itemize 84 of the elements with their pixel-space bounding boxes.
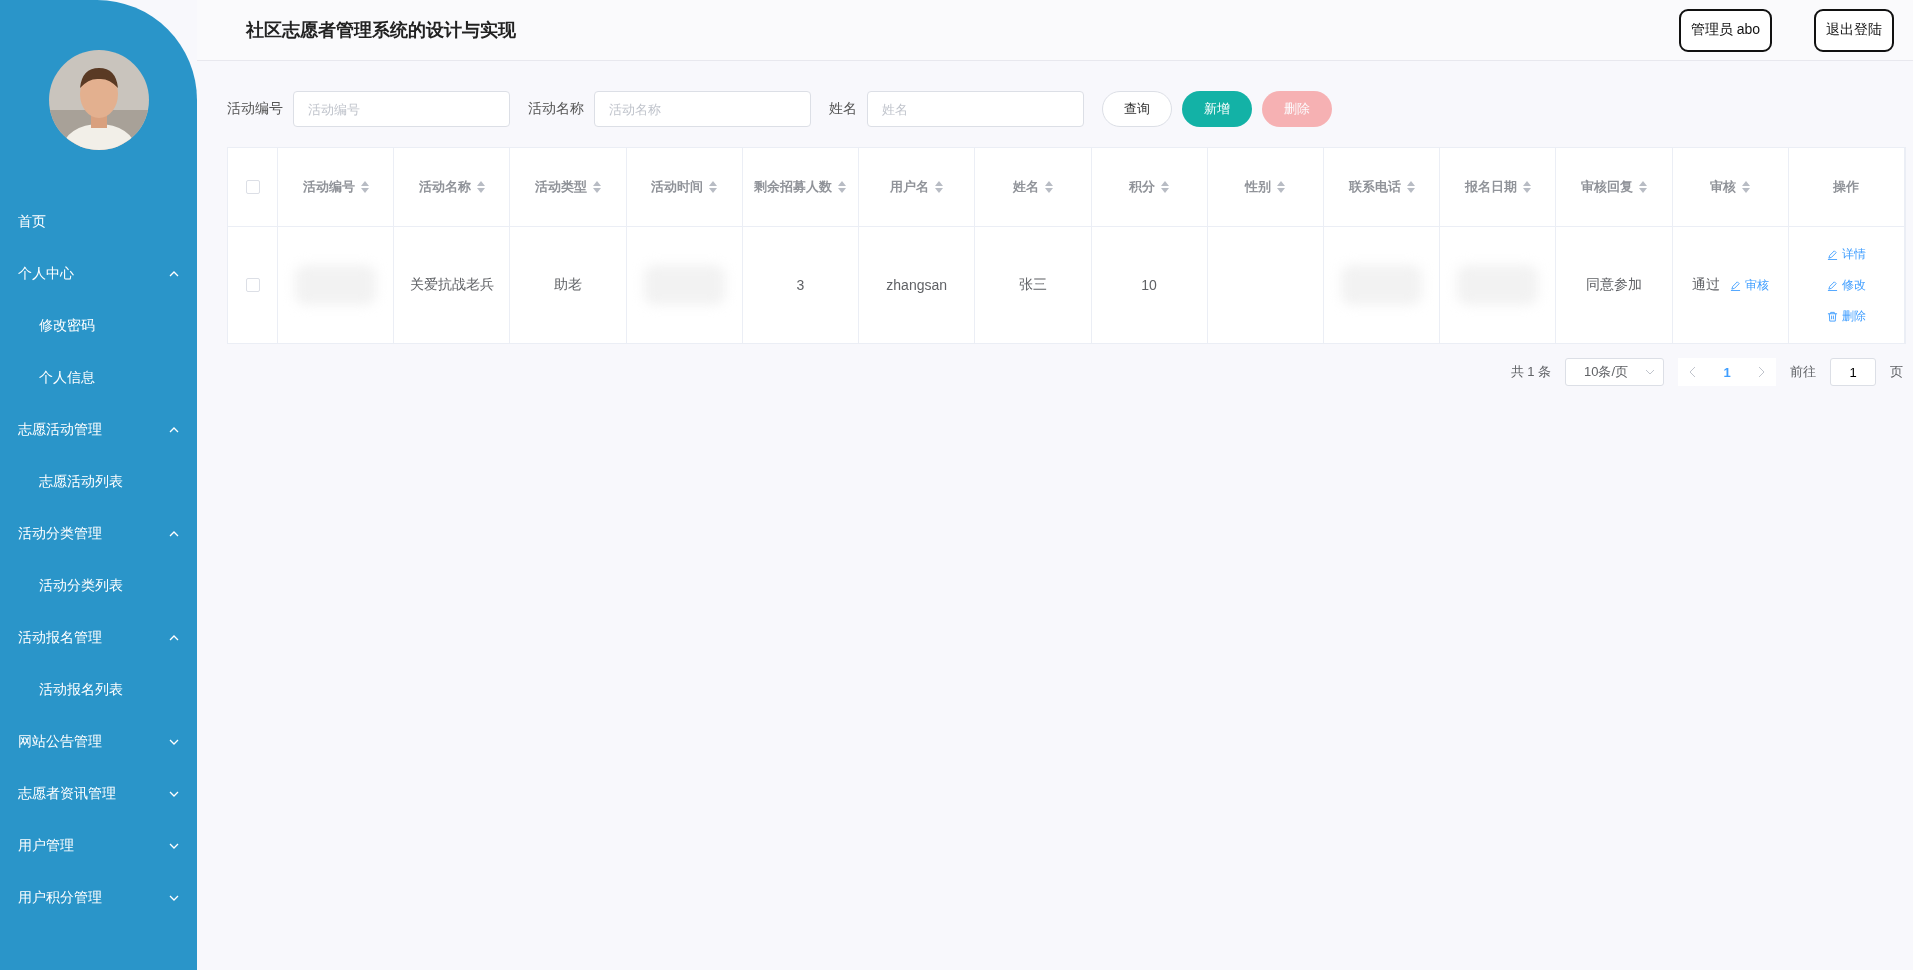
table-cell: zhangsan: [886, 277, 948, 293]
table-cell: 张三: [1018, 276, 1047, 294]
action-link[interactable]: 删除: [1826, 307, 1866, 325]
column-header: 积分: [1129, 178, 1156, 196]
query-button[interactable]: 查询: [1102, 91, 1172, 127]
sidebar-subitem[interactable]: 志愿活动列表: [0, 456, 197, 508]
sidebar-item[interactable]: 用户积分管理: [0, 872, 197, 924]
sidebar-item[interactable]: 个人中心: [0, 248, 197, 300]
column-header: 审核回复: [1580, 178, 1633, 196]
column-header: 活动类型: [535, 178, 588, 196]
search-field[interactable]: 活动编号: [293, 91, 510, 127]
header-button[interactable]: 管理员 abo: [1678, 8, 1772, 52]
column-header: 活动时间: [651, 178, 704, 196]
sidebar-item[interactable]: 活动报名管理: [0, 612, 197, 664]
sort-icon[interactable]: [476, 181, 485, 193]
sort-icon[interactable]: [1742, 181, 1751, 193]
header-button[interactable]: 退出登陆: [1814, 8, 1894, 52]
sort-icon[interactable]: [1522, 181, 1531, 193]
sort-icon[interactable]: [360, 181, 369, 193]
chevron-down-icon: [1645, 369, 1655, 375]
column-header: 剩余招募人数: [754, 178, 833, 196]
chevron-up-icon: [169, 635, 179, 641]
app-title: 社区志愿者管理系统的设计与实现: [246, 19, 517, 42]
table-cell: 同意参加: [1585, 276, 1642, 294]
field-label: 活动编号: [227, 100, 283, 118]
sidebar-item[interactable]: 志愿者资讯管理: [0, 768, 197, 820]
total-count: 共 1 条: [1510, 363, 1551, 381]
action-link[interactable]: 修改: [1826, 276, 1866, 294]
sidebar-subitem[interactable]: 个人信息: [0, 352, 197, 404]
search-field[interactable]: 姓名: [867, 91, 1084, 127]
table-cell: 10: [1141, 277, 1157, 293]
column-header: 性别: [1245, 178, 1272, 196]
column-header: 姓名: [1012, 178, 1039, 196]
checkbox[interactable]: [245, 180, 260, 194]
table-cell: 通过: [1691, 276, 1720, 294]
sidebar-item[interactable]: 网站公告管理: [0, 716, 197, 768]
sort-icon[interactable]: [1638, 181, 1647, 193]
column-header: 活动编号: [302, 178, 355, 196]
sort-icon[interactable]: [1044, 181, 1053, 193]
sort-icon[interactable]: [1406, 181, 1415, 193]
sidebar-item[interactable]: 活动分类管理: [0, 508, 197, 560]
table-cell: 3: [796, 277, 805, 293]
page-suffix: 页: [1890, 363, 1903, 381]
search-field[interactable]: 活动名称: [594, 91, 811, 127]
column-header: 用户名: [890, 178, 930, 196]
chevron-down-icon: [169, 791, 179, 797]
checkbox[interactable]: [245, 278, 260, 292]
add-button[interactable]: 新增: [1182, 91, 1252, 127]
page-input[interactable]: 1: [1830, 358, 1876, 386]
pencil-icon: [1826, 279, 1838, 291]
page-size-select[interactable]: 10条/页: [1565, 358, 1664, 386]
sort-icon[interactable]: [1277, 181, 1286, 193]
sort-icon[interactable]: [593, 181, 602, 193]
chevron-up-icon: [169, 531, 179, 537]
column-header: 活动名称: [418, 178, 471, 196]
chevron-down-icon: [169, 739, 179, 745]
column-header: 报名日期: [1464, 178, 1517, 196]
audit-link[interactable]: 审核: [1729, 276, 1769, 294]
pencil-icon: [1826, 248, 1838, 260]
goto-label: 前往: [1790, 363, 1816, 381]
sidebar-item[interactable]: 首页: [0, 196, 197, 248]
trash-icon: [1826, 310, 1838, 322]
action-link[interactable]: 详情: [1826, 245, 1866, 263]
field-label: 活动名称: [528, 100, 584, 118]
sort-icon[interactable]: [838, 181, 847, 193]
sidebar-subitem[interactable]: 活动分类列表: [0, 560, 197, 612]
pencil-icon: [1729, 279, 1741, 291]
column-header: 审核: [1710, 178, 1737, 196]
chevron-down-icon: [169, 843, 179, 849]
table-cell: 助老: [554, 276, 583, 294]
chevron-up-icon: [169, 271, 179, 277]
column-header: 联系电话: [1348, 178, 1401, 196]
sort-icon[interactable]: [935, 181, 944, 193]
sidebar-item[interactable]: 志愿活动管理: [0, 404, 197, 456]
chevron-down-icon: [169, 895, 179, 901]
sidebar-subitem[interactable]: 活动报名列表: [0, 664, 197, 716]
sort-icon[interactable]: [709, 181, 718, 193]
sidebar-item[interactable]: 用户管理: [0, 820, 197, 872]
sidebar-subitem[interactable]: 修改密码: [0, 300, 197, 352]
column-header: 操作: [1833, 178, 1860, 196]
sort-icon[interactable]: [1161, 181, 1170, 193]
table-cell: 关爱抗战老兵: [409, 276, 494, 294]
field-label: 姓名: [829, 100, 857, 118]
chevron-up-icon: [169, 427, 179, 433]
